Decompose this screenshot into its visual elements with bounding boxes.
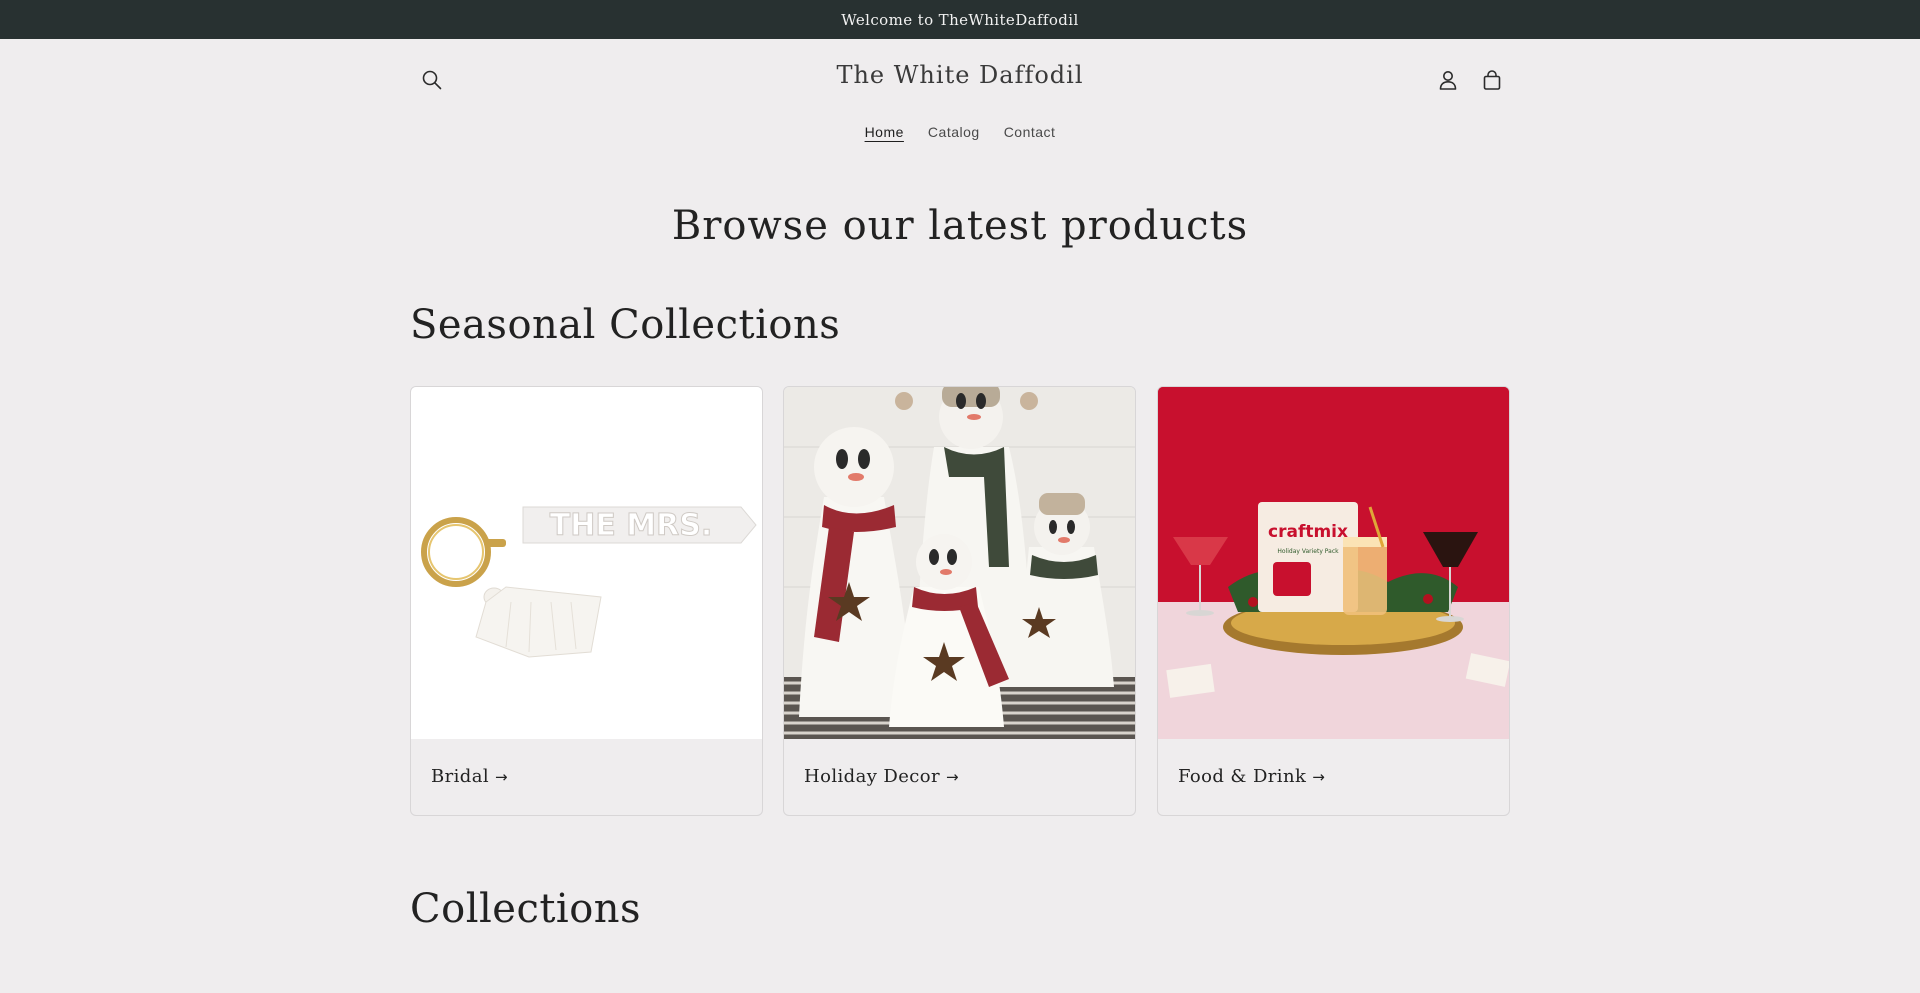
food-drink-image: craftmix Holiday Variety Pack [1158,387,1509,739]
collection-card-food-drink[interactable]: craftmix Holiday Variety Pack Food & Dri… [1157,386,1510,816]
bridal-image: THE MRS. [411,387,762,739]
arrow-right-icon: → [1312,768,1326,786]
arrow-right-icon: → [946,768,959,786]
main-nav: Home Catalog Contact [0,124,1920,140]
nav-item-catalog[interactable]: Catalog [928,124,980,140]
search-icon [422,70,442,90]
cart-icon [1483,70,1501,90]
search-button[interactable] [412,60,452,100]
arrow-right-icon: → [495,768,508,786]
store-logo[interactable]: The White Daffodil [760,61,1160,89]
seasonal-collections-grid: THE MRS. Bridal → Holiday Decor → craftm… [410,386,1510,816]
site-header: The White Daffodil Home Catalog Contact [0,39,1920,163]
page-title: Browse our latest products [671,203,1249,249]
nav-item-home[interactable]: Home [865,124,904,140]
collection-card-holiday-decor[interactable]: Holiday Decor → [783,386,1136,816]
announcement-bar: Welcome to TheWhiteDaffodil [0,0,1920,39]
tag-text: THE MRS. [550,508,712,543]
seasonal-collections-heading: Seasonal Collections [410,302,841,348]
card-label-holiday-decor: Holiday Decor → [804,766,959,787]
cart-button[interactable] [1472,60,1512,100]
card-label-bridal: Bridal → [431,766,508,787]
announcement-text: Welcome to TheWhiteDaffodil [841,10,1079,29]
card-label-food-drink: Food & Drink → [1178,766,1326,787]
pouch-sub-text: Holiday Variety Pack [1277,548,1339,555]
collections-heading: Collections [410,886,642,932]
collection-card-bridal[interactable]: THE MRS. Bridal → [410,386,763,816]
account-button[interactable] [1428,60,1468,100]
nav-item-contact[interactable]: Contact [1004,124,1056,140]
pouch-brand-text: craftmix [1268,522,1348,542]
user-icon [1439,71,1457,90]
holiday-decor-image [784,387,1135,739]
